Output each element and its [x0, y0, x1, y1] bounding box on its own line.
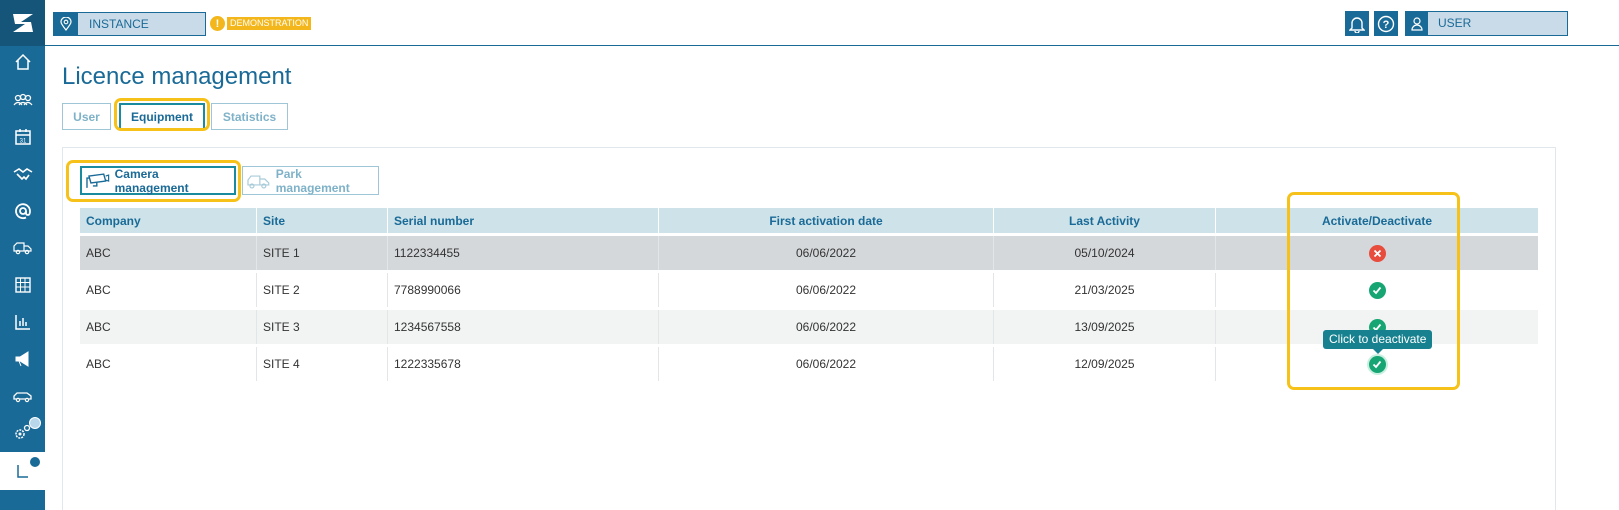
at-icon: [14, 203, 31, 220]
cell-last-activity: 12/09/2025: [994, 347, 1216, 381]
fleet-icon: [12, 242, 32, 255]
deactivate-tooltip: Click to deactivate: [1323, 330, 1433, 354]
sidebar-item-email[interactable]: [0, 192, 45, 230]
cell-site: SITE 2: [257, 273, 388, 307]
notifications-button[interactable]: [1345, 11, 1369, 36]
subtab-camera-label: Camera management: [114, 166, 189, 195]
table-row[interactable]: ABC SITE 2 7788990066 06/06/2022 21/03/2…: [80, 273, 1538, 307]
sidebar-item-fleet[interactable]: [0, 229, 45, 267]
cell-serial: 1234567558: [388, 310, 659, 344]
cell-last-activity: 13/09/2025: [994, 310, 1216, 344]
sidebar-item-handshake[interactable]: [0, 155, 45, 193]
calendar-icon: 31: [14, 129, 31, 145]
cell-serial: 1222335678: [388, 347, 659, 381]
table-row[interactable]: ABC SITE 3 1234567558 06/06/2022 13/09/2…: [80, 310, 1538, 344]
table-row[interactable]: ABC SITE 4 1222335678 06/06/2022 12/09/2…: [80, 347, 1538, 381]
handshake-icon: [13, 168, 32, 181]
sidebar-item-announcements[interactable]: [0, 340, 45, 378]
user-label: USER: [1438, 16, 1472, 30]
check-icon: [1372, 360, 1382, 368]
logo-icon: [12, 14, 33, 32]
cell-first-activation: 06/06/2022: [659, 236, 994, 270]
x-icon: [1373, 249, 1381, 257]
groups-icon: [13, 93, 32, 106]
subtab-park-management[interactable]: Park management: [242, 166, 379, 195]
app-root: 31 INSTANCE ! DEMONSTRATION ? USER Licen…: [0, 0, 1619, 510]
sidebar-item-statistics[interactable]: [0, 303, 45, 341]
car-icon: [12, 392, 32, 403]
sidebar-item-groups[interactable]: [0, 81, 45, 119]
page-title: Licence management: [62, 63, 292, 90]
svg-text:31: 31: [19, 139, 26, 145]
top-header: INSTANCE ! DEMONSTRATION ? USER: [45, 0, 1619, 46]
cell-first-activation: 06/06/2022: [659, 310, 994, 344]
cell-status: [1216, 273, 1538, 307]
activate-button[interactable]: [1368, 244, 1386, 262]
cell-last-activity: 05/10/2024: [994, 236, 1216, 270]
cell-first-activation: 06/06/2022: [659, 347, 994, 381]
help-icon: ?: [1377, 15, 1395, 32]
megaphone-icon: [15, 351, 28, 367]
column-header-company[interactable]: Company: [80, 208, 257, 233]
tab-user[interactable]: User: [62, 103, 111, 130]
more-badge: [29, 417, 41, 429]
sidebar: 31: [0, 0, 45, 510]
camera-icon: [86, 172, 110, 188]
subtab-camera-management[interactable]: Camera management: [80, 166, 236, 195]
table-icon: [14, 277, 31, 293]
bell-icon: [1349, 16, 1365, 33]
column-header-last-activity[interactable]: Last Activity: [994, 208, 1216, 233]
column-header-site[interactable]: Site: [257, 208, 388, 233]
sidebar-item-calendar[interactable]: 31: [0, 118, 45, 156]
table-header-row: Company Site Serial number First activat…: [80, 208, 1538, 233]
cell-serial: 7788990066: [388, 273, 659, 307]
logo[interactable]: [0, 0, 45, 46]
tab-equipment[interactable]: Equipment: [119, 103, 205, 130]
user-icon: [1406, 12, 1428, 35]
home-icon: [14, 53, 31, 70]
check-icon: [1372, 286, 1382, 294]
cell-company: ABC: [80, 273, 257, 307]
cell-site: SITE 4: [257, 347, 388, 381]
cell-status: [1216, 236, 1538, 270]
fleet-icon: [247, 174, 270, 189]
cell-company: ABC: [80, 310, 257, 344]
column-header-activate[interactable]: Activate/Deactivate: [1216, 208, 1538, 233]
deactivate-button[interactable]: [1368, 281, 1386, 299]
cell-serial: 1122334455: [388, 236, 659, 270]
cell-company: ABC: [80, 347, 257, 381]
cell-site: SITE 1: [257, 236, 388, 270]
bar-chart-icon: [14, 315, 30, 330]
warning-icon: !: [210, 16, 225, 31]
location-icon: [54, 13, 78, 35]
cell-site: SITE 3: [257, 310, 388, 344]
instance-selector[interactable]: INSTANCE: [53, 12, 206, 36]
cell-last-activity: 21/03/2025: [994, 273, 1216, 307]
column-header-first-activation[interactable]: First activation date: [659, 208, 994, 233]
tab-statistics[interactable]: Statistics: [211, 103, 288, 130]
sidebar-item-licences[interactable]: [0, 452, 45, 490]
demo-label: DEMONSTRATION: [227, 17, 312, 30]
more-badge: [29, 456, 41, 468]
svg-text:?: ?: [1383, 19, 1390, 31]
subtab-park-label: Park management: [275, 166, 350, 195]
sidebar-item-settings[interactable]: [0, 413, 45, 451]
sidebar-item-vehicle[interactable]: [0, 377, 45, 415]
instance-label: INSTANCE: [89, 17, 149, 31]
camera-table: Company Site Serial number First activat…: [80, 208, 1538, 381]
sidebar-item-home[interactable]: [0, 43, 45, 81]
deactivate-button[interactable]: [1368, 355, 1386, 373]
sidebar-item-table[interactable]: [0, 266, 45, 304]
table-row[interactable]: ABC SITE 1 1122334455 06/06/2022 05/10/2…: [80, 236, 1538, 270]
column-header-serial[interactable]: Serial number: [388, 208, 659, 233]
demo-badge: ! DEMONSTRATION: [210, 15, 312, 32]
user-menu[interactable]: USER: [1405, 11, 1568, 36]
cell-company: ABC: [80, 236, 257, 270]
help-button[interactable]: ?: [1374, 11, 1398, 36]
cell-first-activation: 06/06/2022: [659, 273, 994, 307]
